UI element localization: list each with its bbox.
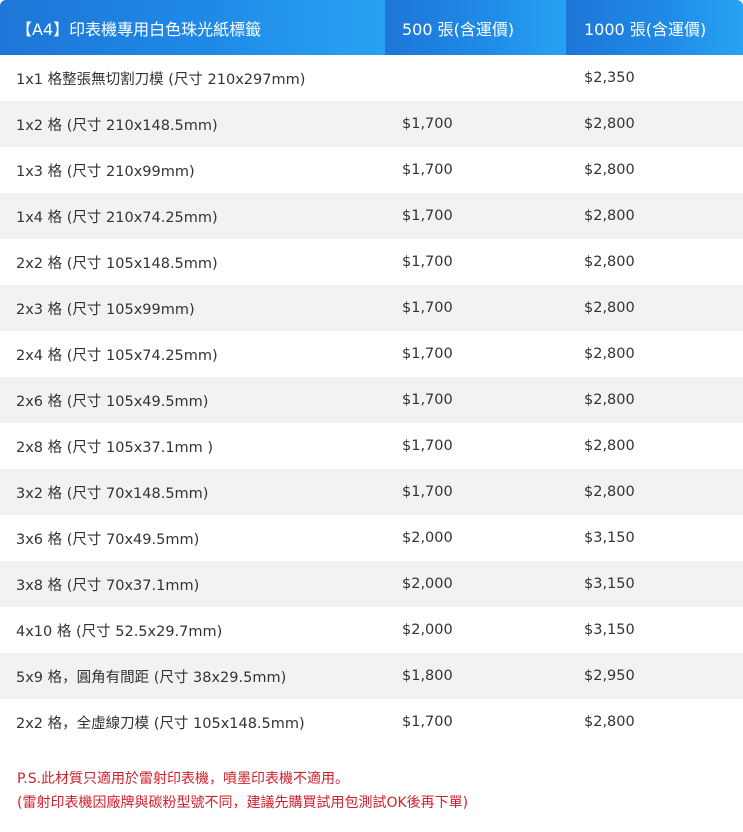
row-spec: 3x6 格 (尺寸 70x49.5mm): [0, 515, 385, 561]
header-product: 【A4】印表機專用白色珠光紙標籤: [0, 0, 385, 55]
row-price-500: $1,700: [385, 331, 566, 377]
row-price-1000: $2,800: [566, 699, 743, 745]
row-price-1000: $2,800: [566, 239, 743, 285]
row-price-500: $1,700: [385, 147, 566, 193]
row-spec: 2x2 格，全虛線刀模 (尺寸 105x148.5mm): [0, 699, 385, 745]
row-spec: 1x2 格 (尺寸 210x148.5mm): [0, 101, 385, 147]
table-row: 1x3 格 (尺寸 210x99mm) $1,700 $2,800: [0, 147, 743, 193]
row-spec: 2x8 格 (尺寸 105x37.1mm ): [0, 423, 385, 469]
row-price-500: $1,700: [385, 469, 566, 515]
row-price-1000: $2,800: [566, 331, 743, 377]
row-spec: 2x4 格 (尺寸 105x74.25mm): [0, 331, 385, 377]
row-price-1000: $2,800: [566, 423, 743, 469]
row-price-1000: $3,150: [566, 561, 743, 607]
row-spec: 2x6 格 (尺寸 105x49.5mm): [0, 377, 385, 423]
row-price-1000: $3,150: [566, 515, 743, 561]
row-price-500: $1,700: [385, 423, 566, 469]
table-row: 2x2 格，全虛線刀模 (尺寸 105x148.5mm) $1,700 $2,8…: [0, 699, 743, 745]
row-spec: 3x2 格 (尺寸 70x148.5mm): [0, 469, 385, 515]
table-row: 4x10 格 (尺寸 52.5x29.7mm) $2,000 $3,150: [0, 607, 743, 653]
row-spec: 2x3 格 (尺寸 105x99mm): [0, 285, 385, 331]
row-spec: 3x8 格 (尺寸 70x37.1mm): [0, 561, 385, 607]
row-price-1000: $2,800: [566, 193, 743, 239]
row-price-1000: $2,800: [566, 101, 743, 147]
notice-line-1: P.S.此材質只適用於雷射印表機，噴墨印表機不適用。: [17, 771, 350, 787]
row-price-1000: $2,350: [566, 55, 743, 101]
row-price-500: $2,000: [385, 515, 566, 561]
table-row: 5x9 格，圓角有間距 (尺寸 38x29.5mm) $1,800 $2,950: [0, 653, 743, 699]
table-row: 3x8 格 (尺寸 70x37.1mm) $2,000 $3,150: [0, 561, 743, 607]
table-row: 2x6 格 (尺寸 105x49.5mm) $1,700 $2,800: [0, 377, 743, 423]
printer-notice: P.S.此材質只適用於雷射印表機，噴墨印表機不適用。 (雷射印表機因廠牌與碳粉型…: [0, 767, 743, 815]
row-spec: 1x4 格 (尺寸 210x74.25mm): [0, 193, 385, 239]
row-spec: 5x9 格，圓角有間距 (尺寸 38x29.5mm): [0, 653, 385, 699]
row-price-1000: $2,800: [566, 469, 743, 515]
table-row: 3x6 格 (尺寸 70x49.5mm) $2,000 $3,150: [0, 515, 743, 561]
row-price-500: $1,700: [385, 699, 566, 745]
table-row: 2x4 格 (尺寸 105x74.25mm) $1,700 $2,800: [0, 331, 743, 377]
row-spec: 4x10 格 (尺寸 52.5x29.7mm): [0, 607, 385, 653]
table-row: 1x1 格整張無切割刀模 (尺寸 210x297mm) $2,350: [0, 55, 743, 101]
row-spec: 1x1 格整張無切割刀模 (尺寸 210x297mm): [0, 55, 385, 101]
row-spec: 2x2 格 (尺寸 105x148.5mm): [0, 239, 385, 285]
row-price-500: $1,700: [385, 239, 566, 285]
row-price-1000: $2,800: [566, 285, 743, 331]
row-price-500: $2,000: [385, 561, 566, 607]
row-price-500: $1,800: [385, 653, 566, 699]
notice-line-2: (雷射印表機因廠牌與碳粉型號不同，建議先購買試用包測試OK後再下單): [17, 795, 469, 811]
row-price-1000: $2,800: [566, 377, 743, 423]
header-500-sheets: 500 張(含運價): [385, 0, 566, 55]
row-price-500: [385, 55, 566, 101]
row-price-500: $2,000: [385, 607, 566, 653]
row-price-500: $1,700: [385, 377, 566, 423]
table-row: 1x2 格 (尺寸 210x148.5mm) $1,700 $2,800: [0, 101, 743, 147]
header-1000-sheets: 1000 張(含運價): [566, 0, 743, 55]
row-spec: 1x3 格 (尺寸 210x99mm): [0, 147, 385, 193]
row-price-1000: $3,150: [566, 607, 743, 653]
price-table: 【A4】印表機專用白色珠光紙標籤 500 張(含運價) 1000 張(含運價) …: [0, 0, 743, 745]
row-price-500: $1,700: [385, 193, 566, 239]
row-price-500: $1,700: [385, 285, 566, 331]
table-row: 2x3 格 (尺寸 105x99mm) $1,700 $2,800: [0, 285, 743, 331]
row-price-1000: $2,800: [566, 147, 743, 193]
table-row: 2x2 格 (尺寸 105x148.5mm) $1,700 $2,800: [0, 239, 743, 285]
table-row: 1x4 格 (尺寸 210x74.25mm) $1,700 $2,800: [0, 193, 743, 239]
row-price-1000: $2,950: [566, 653, 743, 699]
table-row: 3x2 格 (尺寸 70x148.5mm) $1,700 $2,800: [0, 469, 743, 515]
table-row: 2x8 格 (尺寸 105x37.1mm ) $1,700 $2,800: [0, 423, 743, 469]
row-price-500: $1,700: [385, 101, 566, 147]
table-header: 【A4】印表機專用白色珠光紙標籤 500 張(含運價) 1000 張(含運價): [0, 0, 743, 55]
